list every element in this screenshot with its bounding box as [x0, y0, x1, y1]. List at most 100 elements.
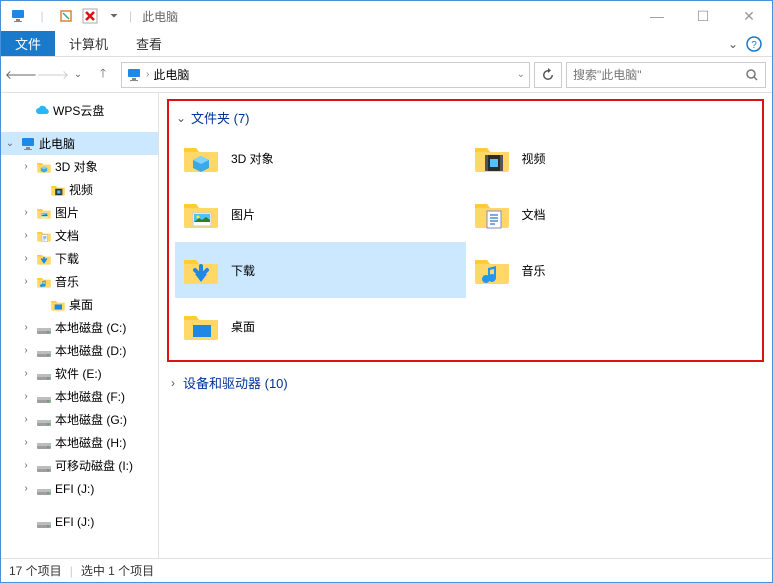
sidebar-item[interactable]: › 本地磁盘 (D:) [1, 339, 158, 362]
tree-chevron-icon[interactable]: › [19, 368, 33, 379]
chevron-right-icon: › [167, 376, 179, 390]
minimize-button[interactable]: — [634, 2, 680, 30]
sidebar-item[interactable]: › 本地磁盘 (G:) [1, 408, 158, 431]
tab-computer[interactable]: 计算机 [55, 31, 122, 56]
tree-chevron-icon[interactable]: › [19, 207, 33, 218]
drive-icon [36, 412, 52, 428]
folders-grid: 3D 对象 视频 图片 文档 下载 音乐 桌面 [175, 130, 756, 354]
sidebar-item-label: WPS云盘 [53, 102, 104, 119]
svg-text:?: ? [751, 40, 757, 51]
qat-dropdown-icon[interactable]: ⏷ [103, 5, 125, 27]
sidebar-item[interactable]: › 本地磁盘 (C:) [1, 316, 158, 339]
sidebar-item-label: 3D 对象 [55, 158, 98, 175]
sidebar-item[interactable]: › 本地磁盘 (H:) [1, 431, 158, 454]
sidebar-item-label: 本地磁盘 (F:) [55, 388, 125, 405]
sidebar-item[interactable]: › 音乐 [1, 270, 158, 293]
ribbon-expand-icon[interactable]: ⌄ [728, 37, 738, 51]
sidebar-item[interactable]: WPS云盘 [1, 99, 158, 122]
qat-close-doc-icon[interactable] [79, 5, 101, 27]
status-selected-count: 选中 1 个项目 [81, 562, 154, 579]
group-devices-title: 设备和驱动器 (10) [183, 373, 288, 392]
tree-chevron-icon[interactable]: › [19, 322, 33, 333]
folder-item[interactable]: 下载 [175, 242, 466, 298]
tree-chevron-icon[interactable]: › [19, 161, 33, 172]
back-button[interactable]: 🡐 [7, 61, 35, 89]
up-button[interactable]: 🡑 [89, 61, 117, 89]
tree-chevron-icon[interactable]: › [19, 437, 33, 448]
sidebar-item-label: EFI (J:) [55, 515, 94, 529]
sidebar-item[interactable]: › 文档 [1, 224, 158, 247]
tab-view[interactable]: 查看 [122, 31, 176, 56]
video-icon [470, 136, 514, 180]
folder-item[interactable]: 图片 [175, 186, 466, 242]
folder-label: 下载 [231, 262, 255, 279]
group-devices-header[interactable]: › 设备和驱动器 (10) [167, 370, 764, 395]
sidebar-item[interactable]: › 下载 [1, 247, 158, 270]
tree-chevron-icon[interactable]: › [19, 276, 33, 287]
drive-icon [36, 389, 52, 405]
sidebar-item-label: 软件 (E:) [55, 365, 102, 382]
tree-chevron-icon[interactable]: › [19, 253, 33, 264]
tree-chevron-icon[interactable]: › [19, 391, 33, 402]
maximize-button[interactable]: ☐ [680, 2, 726, 30]
sidebar-item[interactable]: EFI (J:) [1, 510, 158, 533]
folder-item[interactable]: 音乐 [466, 242, 757, 298]
recent-dropdown[interactable]: ⌄ [71, 61, 85, 89]
breadcrumb-dropdown-icon[interactable]: ⌄ [517, 69, 525, 80]
window-title: 此电脑 [134, 8, 634, 25]
breadcrumb[interactable]: › 此电脑 ⌄ [121, 62, 530, 88]
tree-chevron-icon[interactable]: › [19, 414, 33, 425]
sidebar-item-label: 本地磁盘 (C:) [55, 319, 126, 336]
picture-icon [179, 192, 223, 236]
folder-item[interactable]: 桌面 [175, 298, 466, 354]
picture-icon [36, 205, 52, 221]
tree-chevron-icon[interactable]: › [19, 483, 33, 494]
folder-item[interactable]: 文档 [466, 186, 757, 242]
forward-button[interactable]: 🡒 [39, 61, 67, 89]
search-input[interactable] [566, 62, 766, 88]
tree-chevron-icon[interactable]: › [19, 460, 33, 471]
search-field[interactable] [573, 68, 745, 82]
navbar: 🡐 🡒 ⌄ 🡑 › 此电脑 ⌄ [1, 57, 772, 93]
sidebar-item[interactable]: › 图片 [1, 201, 158, 224]
qat-properties-icon[interactable] [55, 5, 77, 27]
sidebar-item-label: 桌面 [69, 296, 93, 313]
doc-icon [36, 228, 52, 244]
breadcrumb-location[interactable]: 此电脑 [153, 66, 512, 83]
folder-item[interactable]: 3D 对象 [175, 130, 466, 186]
desktop-icon [179, 304, 223, 348]
sidebar-item[interactable]: › 软件 (E:) [1, 362, 158, 385]
sidebar-item[interactable]: › 可移动磁盘 (I:) [1, 454, 158, 477]
sidebar-item-label: EFI (J:) [55, 482, 94, 496]
sidebar-item[interactable]: 桌面 [1, 293, 158, 316]
folder-label: 桌面 [231, 318, 255, 335]
sidebar-item-label: 文档 [55, 227, 79, 244]
folder-label: 3D 对象 [231, 150, 274, 167]
statusbar: 17 个项目 | 选中 1 个项目 [1, 558, 772, 582]
cube-icon [36, 159, 52, 175]
drive-icon [36, 481, 52, 497]
sidebar-item[interactable]: › 3D 对象 [1, 155, 158, 178]
sidebar-item[interactable]: ⌄ 此电脑 [1, 132, 158, 155]
sidebar-item[interactable]: 视频 [1, 178, 158, 201]
tree-chevron-icon[interactable]: › [19, 230, 33, 241]
sidebar-item[interactable]: › 本地磁盘 (F:) [1, 385, 158, 408]
tree-chevron-icon[interactable]: ⌄ [3, 138, 17, 149]
sidebar-item-label: 此电脑 [39, 135, 75, 152]
search-icon [745, 68, 759, 82]
group-folders-title: 文件夹 (7) [191, 108, 250, 127]
group-folders-header[interactable]: ⌄ 文件夹 (7) [175, 105, 756, 130]
folder-item[interactable]: 视频 [466, 130, 757, 186]
tree-chevron-icon[interactable]: › [19, 345, 33, 356]
download-icon [36, 251, 52, 267]
tab-file[interactable]: 文件 [1, 31, 55, 56]
sidebar-item-label: 本地磁盘 (G:) [55, 411, 127, 428]
content-pane: ⌄ 文件夹 (7) 3D 对象 视频 图片 文档 下载 音乐 桌面 › 设备和驱… [159, 93, 772, 558]
refresh-button[interactable] [534, 62, 562, 88]
sidebar: WPS云盘⌄ 此电脑› 3D 对象 视频› 图片› 文档› 下载› 音乐 桌面›… [1, 93, 159, 558]
drive-icon [36, 366, 52, 382]
sidebar-item[interactable]: › EFI (J:) [1, 477, 158, 500]
pc-icon [20, 136, 36, 152]
close-button[interactable]: ✕ [726, 2, 772, 30]
help-icon[interactable]: ? [746, 36, 762, 52]
